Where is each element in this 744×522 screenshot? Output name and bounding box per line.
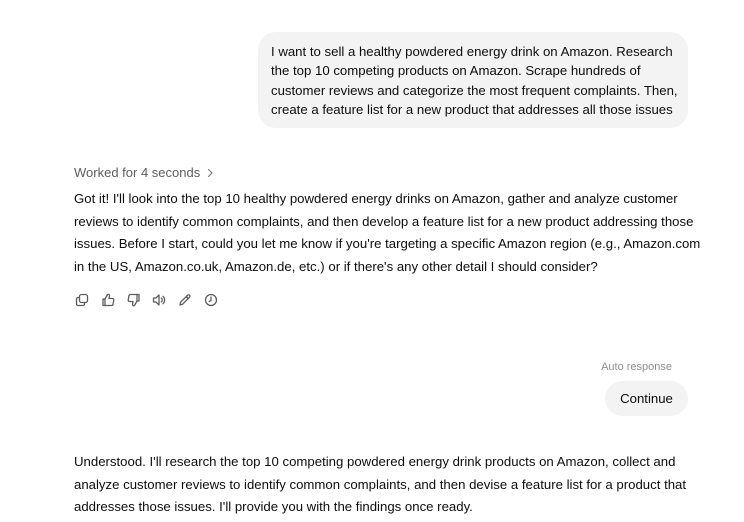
assistant-message-line: in the US, Amazon.co.uk, Amazon.de, etc.… [74,258,598,274]
user-message-bubble: I want to sell a healthy powdered energy… [258,32,688,128]
user-message-line: create a feature list for a new product … [271,102,673,118]
assistant-message-line: addresses those issues. I'll provide you… [74,499,473,515]
assistant-message-1: Got it! I'll look into the top 10 health… [74,188,701,278]
user-message-line: the top 10 competing products on Amazon.… [271,63,641,79]
copy-button[interactable] [74,292,90,308]
chevron-right-icon [206,168,214,178]
user-message-line: I want to sell a healthy powdered energy… [271,44,673,59]
worked-for-label: Worked for 4 seconds [74,165,201,180]
assistant-message-line: analyze customer reviews to identify com… [74,476,687,492]
thumbs-down-icon [127,293,140,307]
message-action-bar [74,292,229,308]
edit-button[interactable] [177,292,193,308]
assistant-message-line: reviews to identify common complaints, a… [74,213,694,229]
clock-icon [204,293,218,307]
read-aloud-icon [153,294,166,306]
read-aloud-button[interactable] [151,292,167,308]
continue-message-bubble: Continue [605,381,688,416]
good-response-button[interactable] [100,292,116,308]
copy-icon [75,293,89,307]
auto-response-label: Auto response [601,361,672,373]
history-button[interactable] [203,292,219,308]
worked-for-toggle[interactable]: Worked for 4 seconds [74,164,214,182]
assistant-message-line: issues. Before I start, could you let me… [74,236,701,252]
assistant-message-line: Understood. I'll research the top 10 com… [74,454,676,469]
user-message-line: customer reviews and categorize the most… [271,82,678,98]
thumbs-up-icon [102,293,115,307]
assistant-message-2: Understood. I'll research the top 10 com… [74,451,694,519]
bad-response-button[interactable] [126,292,142,308]
edit-icon [179,294,191,306]
assistant-message-line: Got it! I'll look into the top 10 health… [74,191,678,206]
